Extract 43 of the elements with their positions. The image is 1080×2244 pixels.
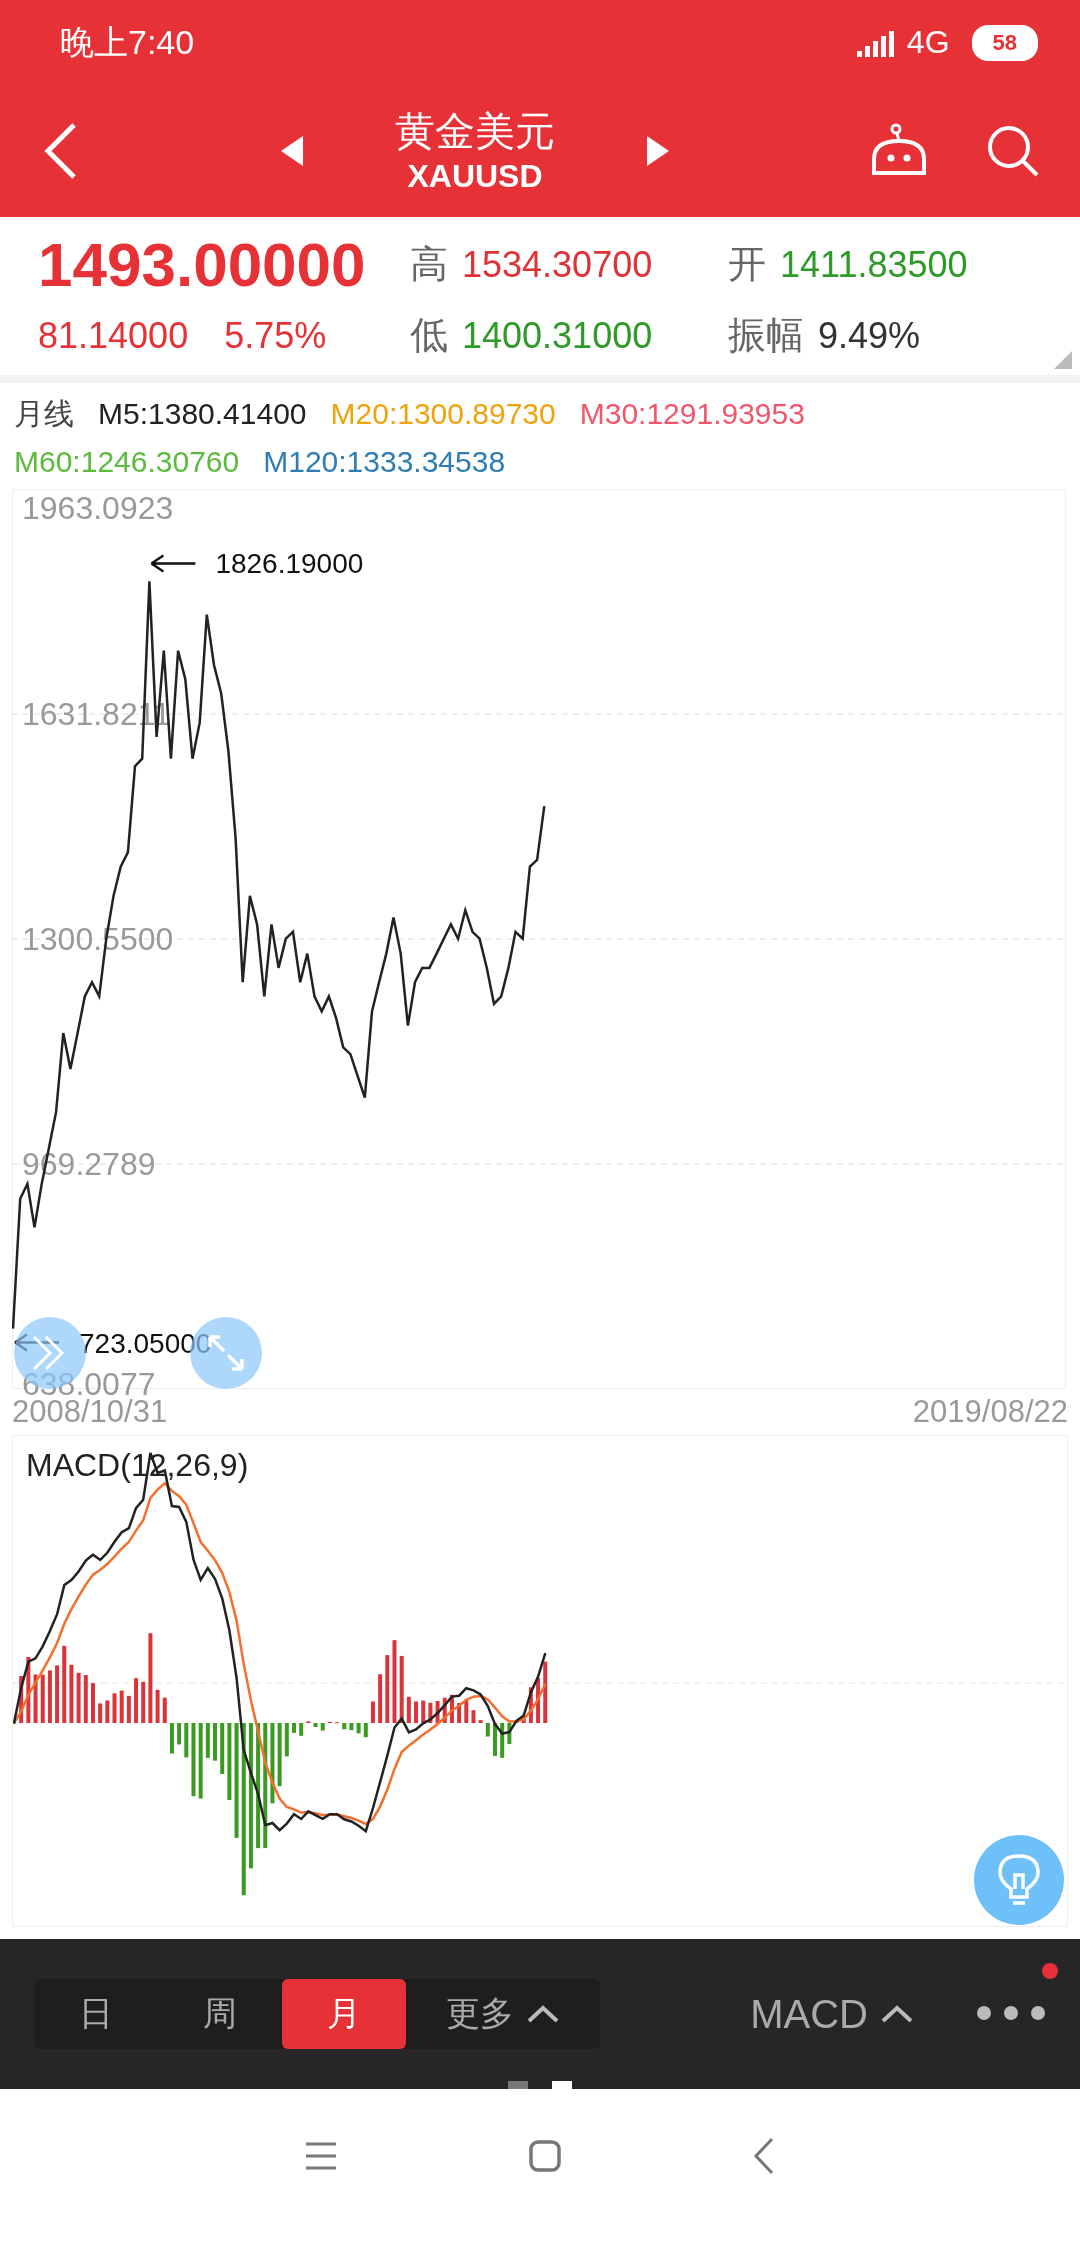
instrument-title: 黄金美元 [395,108,555,155]
stat-value: 1411.83500 [780,244,968,286]
menu-icon[interactable] [304,2141,338,2171]
previous-icon[interactable] [279,134,305,168]
next-icon[interactable] [645,134,671,168]
price-annotation: 723.05000 [79,1327,212,1359]
home-icon[interactable] [528,2139,562,2173]
stat-value: 9.49% [818,315,921,357]
last-price: 1493.00000 [38,229,367,300]
date-label: 2019/08/22 [912,1393,1068,1431]
moving-average-value: M20:1300.89730 [330,396,556,432]
leader-arrow [150,554,197,573]
moving-average-value: M5:1380.41400 [98,396,307,432]
lightbulb-icon [997,1853,1041,1907]
period-label: 月线 [14,396,74,432]
more-icon [976,2004,1046,2021]
network-label: 4G [906,24,950,61]
more-periods-button[interactable]: 更多 [406,1979,600,2049]
instrument-symbol: XAUUSD [407,157,543,196]
stat-label: 低 [410,313,448,358]
price-change: 81.14000 [38,314,189,357]
stat-label: 开 [728,242,766,287]
price-annotation: 1826.19000 [215,548,364,580]
period-tab[interactable]: 周 [158,1979,282,2049]
moving-average-value: M60:1246.30760 [14,444,240,480]
stat-label: 高 [410,242,448,287]
axis-label: 1963.0923 [22,490,174,526]
back-icon[interactable] [752,2136,776,2176]
period-tab[interactable]: 日 [34,1979,158,2049]
stat-label: 振幅 [728,313,804,358]
battery-indicator: 58 [971,24,1038,61]
stat-value: 1400.31000 [462,315,653,357]
status-time: 晚上7:40 [60,21,195,63]
stat-value: 1534.30700 [462,244,653,286]
indicator-selector[interactable]: MACD [744,1990,920,2038]
search-icon[interactable] [986,124,1040,178]
change-percent: 5.75% [224,314,327,357]
caret-icon [880,2004,914,2024]
signal-icon [856,28,897,57]
moving-average-value: M30:1291.93953 [579,396,805,432]
moving-average-value: M120:1333.34538 [263,444,506,480]
caret-icon [526,2004,560,2024]
period-tab[interactable]: 月 [282,1979,406,2049]
